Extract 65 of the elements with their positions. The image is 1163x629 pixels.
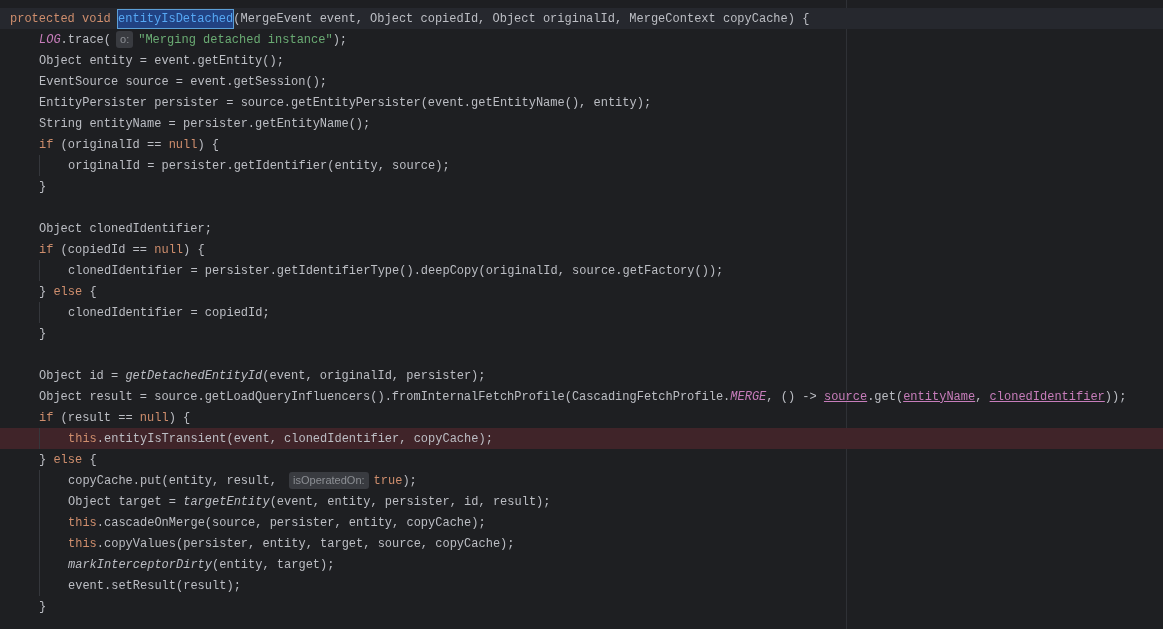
- code-text: ,: [975, 388, 984, 406]
- keyword-text: null: [168, 136, 198, 154]
- method-name: entityIsDetached: [118, 9, 234, 28]
- keyword-text: protected void: [10, 10, 112, 28]
- string-literal: "Merging detached instance": [138, 31, 333, 49]
- keyword-text: this: [68, 430, 97, 448]
- code-text: (MergeEvent event, Object copiedId, Object originalId, MergeContext copyCache) {: [233, 10, 810, 28]
- code-text: .trace(: [60, 31, 112, 49]
- code-text: (event, entity, persister, id, result);: [269, 493, 551, 511]
- constant-text: LOG: [39, 31, 61, 49]
- keyword-text: this: [68, 535, 97, 553]
- code-text: {: [88, 451, 97, 469]
- code-text: clonedIdentifier = persister.getIdentifierType().deepCopy(originalId, source.getFactory());: [68, 262, 724, 280]
- method-call-text: targetEntity: [183, 493, 270, 511]
- code-text: Object result = source.getLoadQueryInfluencers().fromInternalFetchProfile(CascadingFetchProfile.: [39, 388, 731, 406]
- code-text: }: [39, 598, 47, 616]
- keyword-text: null: [154, 241, 184, 259]
- code-text: String entityName = persister.getEntityName();: [39, 115, 371, 133]
- captured-variable: entityName: [903, 388, 976, 406]
- keyword-text: if: [39, 409, 54, 427]
- code-text: event.setResult(result);: [68, 577, 241, 595]
- code-text: );: [402, 472, 417, 490]
- code-text: Object entity = event.getEntity();: [39, 52, 284, 70]
- code-text: Object id =: [39, 367, 120, 385]
- method-call-text: markInterceptorDirty: [68, 556, 213, 574]
- code-text: ));: [1104, 388, 1127, 406]
- keyword-text: null: [139, 409, 169, 427]
- constant-text: MERGE: [730, 388, 767, 406]
- code-text: );: [332, 31, 348, 49]
- keyword-text: true: [373, 472, 403, 490]
- parameter-hint: o:: [116, 31, 134, 48]
- code-text: ) {: [197, 136, 220, 154]
- code-text: ) {: [183, 241, 205, 259]
- code-text: copyCache.put(entity, result,: [68, 472, 278, 490]
- code-text: originalId = persister.getIdentifier(entity, source);: [68, 157, 450, 175]
- code-text: (copiedId ==: [59, 241, 149, 259]
- code-text: }: [39, 451, 48, 469]
- code-text: clonedIdentifier = copiedId;: [68, 304, 270, 322]
- code-text: (originalId ==: [59, 136, 163, 154]
- code-text: }: [39, 178, 47, 196]
- code-text: (result ==: [59, 409, 134, 427]
- keyword-text: if: [39, 241, 54, 259]
- parameter-hint: isOperatedOn:: [289, 472, 369, 489]
- keyword-text: else: [53, 283, 83, 301]
- captured-variable: source: [823, 388, 868, 406]
- keyword-text: if: [39, 136, 54, 154]
- captured-variable: clonedIdentifier: [989, 388, 1105, 406]
- keyword-text: this: [68, 514, 97, 532]
- code-text: Object clonedIdentifier;: [39, 220, 212, 238]
- keyword-text: else: [53, 451, 83, 469]
- code-text: ) {: [168, 409, 191, 427]
- code-text: (event, originalId, persister);: [262, 367, 486, 385]
- code-text: EventSource source = event.getSession();: [39, 73, 328, 91]
- code-text: .cascadeOnMerge(source, persister, entity, copyCache);: [96, 514, 486, 532]
- code-text: EntityPersister persister = source.getEntityPersister(event.getEntityName(), entity);: [39, 94, 652, 112]
- code-text: , () ->: [766, 388, 818, 406]
- code-text: .copyValues(persister, entity, target, source, copyCache);: [96, 535, 515, 553]
- method-call-text: getDetachedEntityId: [125, 367, 263, 385]
- code-text: }: [39, 325, 47, 343]
- code-text: }: [39, 283, 48, 301]
- code-text: .entityIsTransient(event, clonedIdentifier, copyCache);: [96, 430, 493, 448]
- code-text: .get(: [867, 388, 904, 406]
- code-text: Object target =: [68, 493, 178, 511]
- code-text: {: [88, 283, 97, 301]
- code-text: (entity, target);: [212, 556, 335, 574]
